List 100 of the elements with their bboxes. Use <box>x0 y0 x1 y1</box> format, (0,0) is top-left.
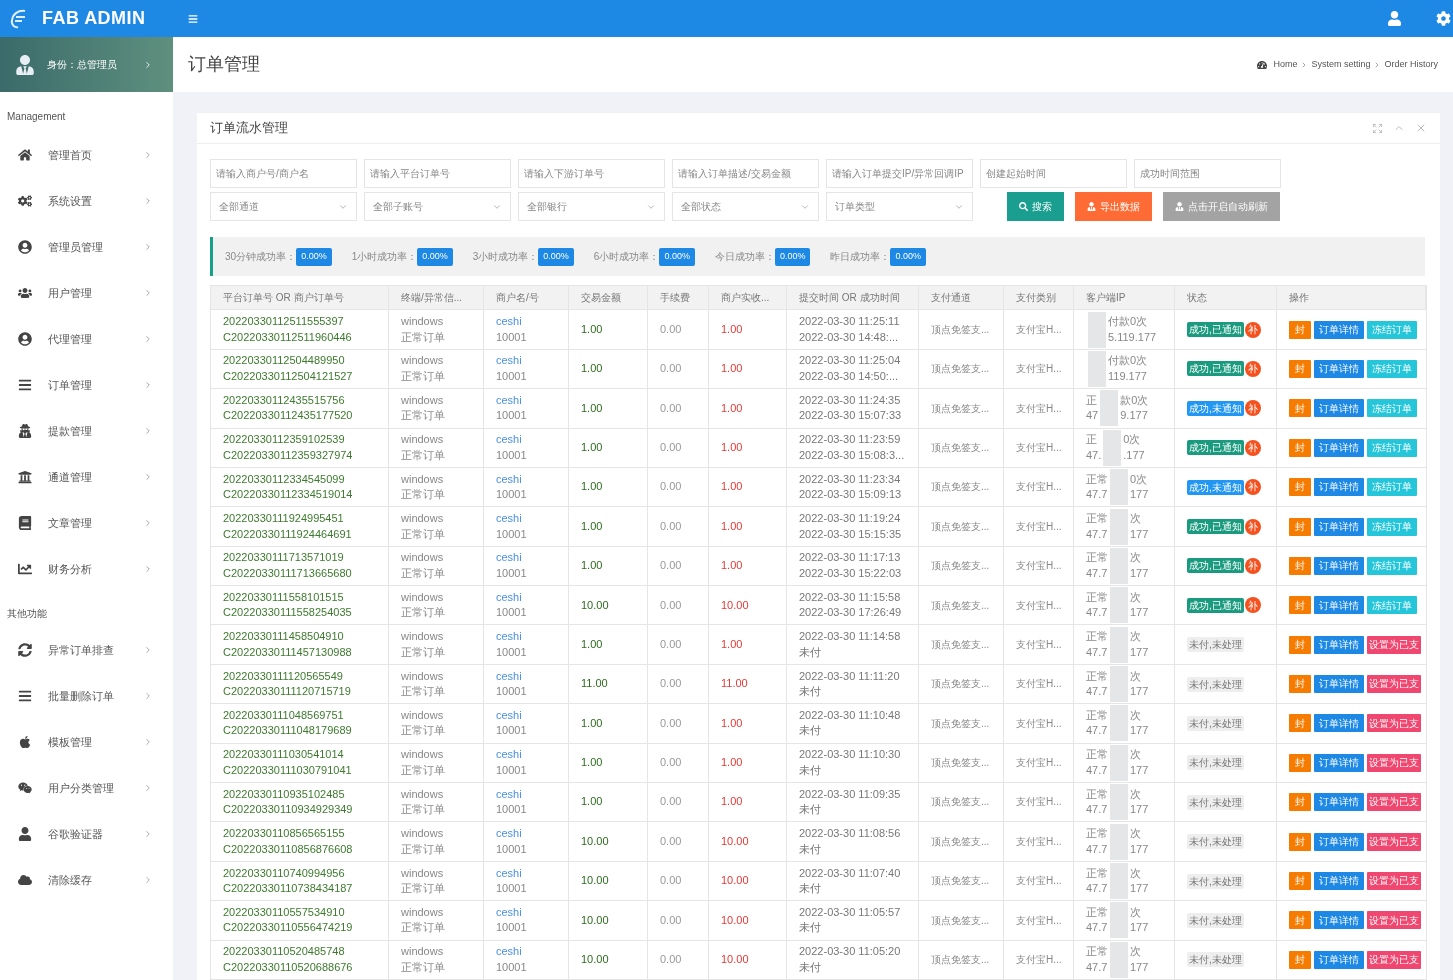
row-action-button[interactable]: 订单详情 <box>1314 950 1364 969</box>
row-action-button[interactable]: 冻结订单 <box>1367 320 1417 339</box>
row-action-button[interactable]: 订单详情 <box>1314 635 1364 654</box>
sidebar-item[interactable]: 用户管理 <box>0 270 173 316</box>
sidebar-item[interactable]: 管理员管理 <box>0 224 173 270</box>
sidebar-item[interactable]: 通道管理 <box>0 454 173 500</box>
sidebar-item[interactable]: 财务分析 <box>0 546 173 592</box>
merchant-name-link[interactable]: ceshi <box>496 904 556 921</box>
filter-select[interactable]: 全部通道 <box>210 192 357 222</box>
row-action-button[interactable]: 封 <box>1289 359 1311 378</box>
merchant-name-link[interactable]: ceshi <box>496 353 556 369</box>
row-action-button[interactable]: 订单详情 <box>1314 359 1364 378</box>
merchant-name-link[interactable]: ceshi <box>496 786 556 803</box>
merchant-name-link[interactable]: ceshi <box>496 392 556 409</box>
row-action-button[interactable]: 订单详情 <box>1314 320 1364 339</box>
supplement-badge[interactable]: 补 <box>1244 518 1261 535</box>
action-button[interactable]: 搜索 <box>1007 192 1064 222</box>
supplement-badge[interactable]: 补 <box>1244 400 1261 417</box>
row-action-button[interactable]: 订单详情 <box>1314 832 1364 851</box>
filter-input[interactable]: 请输入下游订单号 <box>518 159 665 189</box>
filter-input[interactable]: 创建起始时间 <box>980 159 1127 189</box>
row-action-button[interactable]: 封 <box>1289 635 1311 654</box>
row-action-button[interactable]: 订单详情 <box>1314 911 1364 930</box>
row-action-button[interactable]: 冻结订单 <box>1367 438 1417 457</box>
row-action-button[interactable]: 设置为已支 <box>1367 872 1421 890</box>
merchant-name-link[interactable]: ceshi <box>496 668 556 685</box>
filter-select[interactable]: 全部状态 <box>672 192 819 222</box>
action-button[interactable]: 点击开启自动刷新 <box>1163 192 1280 222</box>
row-action-button[interactable]: 封 <box>1289 596 1311 615</box>
row-action-button[interactable]: 封 <box>1289 399 1311 418</box>
sidebar-item[interactable]: 异常订单排查 <box>0 627 173 673</box>
sidebar-item[interactable]: 谷歌验证器 <box>0 811 173 857</box>
row-action-button[interactable]: 设置为已支 <box>1367 675 1421 694</box>
row-action-button[interactable]: 设置为已支 <box>1367 753 1421 772</box>
filter-select[interactable]: 全部银行 <box>518 192 665 222</box>
merchant-name-link[interactable]: ceshi <box>496 550 556 566</box>
supplement-badge[interactable]: 补 <box>1244 360 1261 377</box>
merchant-name-link[interactable]: ceshi <box>496 707 556 724</box>
action-button[interactable]: 导出数据 <box>1075 192 1152 222</box>
sidebar-item[interactable]: 订单管理 <box>0 362 173 408</box>
row-action-button[interactable]: 封 <box>1289 438 1311 457</box>
row-action-button[interactable]: 订单详情 <box>1314 556 1364 575</box>
merchant-name-link[interactable]: ceshi <box>496 826 556 842</box>
row-action-button[interactable]: 冻结订单 <box>1367 556 1417 575</box>
row-action-button[interactable]: 封 <box>1289 793 1311 812</box>
row-action-button[interactable]: 订单详情 <box>1314 438 1364 457</box>
sidebar-item[interactable]: 批量删除订单 <box>0 673 173 719</box>
merchant-name-link[interactable]: ceshi <box>496 865 556 881</box>
filter-input[interactable]: 请输入商户号/商户名 <box>210 159 357 189</box>
profile-banner[interactable]: 身份：总管理员 <box>0 37 173 92</box>
row-action-button[interactable]: 封 <box>1289 950 1311 969</box>
sidebar-item[interactable]: 清除缓存 <box>0 857 173 903</box>
supplement-badge[interactable]: 补 <box>1244 557 1261 574</box>
filter-select[interactable]: 订单类型 <box>826 192 973 222</box>
row-action-button[interactable]: 设置为已支 <box>1367 793 1421 812</box>
row-action-button[interactable]: 封 <box>1289 556 1311 575</box>
row-action-button[interactable]: 封 <box>1289 320 1311 339</box>
row-action-button[interactable]: 封 <box>1289 832 1311 851</box>
filter-input[interactable]: 请输入订单提交IP/异常回调IP <box>826 159 973 189</box>
row-action-button[interactable]: 设置为已支 <box>1367 911 1421 930</box>
filter-input[interactable]: 成功时间范围 <box>1134 159 1281 189</box>
supplement-badge[interactable]: 补 <box>1244 321 1261 338</box>
menu-icon[interactable] <box>188 13 198 24</box>
row-action-button[interactable]: 封 <box>1289 872 1311 890</box>
merchant-name-link[interactable]: ceshi <box>496 314 556 330</box>
row-action-button[interactable]: 订单详情 <box>1314 596 1364 615</box>
supplement-badge[interactable]: 补 <box>1244 597 1261 614</box>
row-action-button[interactable]: 设置为已支 <box>1367 950 1421 969</box>
filter-input[interactable]: 请输入订单描述/交易金额 <box>672 159 819 189</box>
user-icon[interactable] <box>1387 11 1402 26</box>
merchant-name-link[interactable]: ceshi <box>496 432 556 448</box>
row-action-button[interactable]: 订单详情 <box>1314 793 1364 812</box>
row-action-button[interactable]: 封 <box>1289 675 1311 694</box>
row-action-button[interactable]: 订单详情 <box>1314 478 1364 497</box>
row-action-button[interactable]: 设置为已支 <box>1367 832 1421 851</box>
row-action-button[interactable]: 冻结订单 <box>1367 359 1417 378</box>
row-action-button[interactable]: 封 <box>1289 753 1311 772</box>
merchant-name-link[interactable]: ceshi <box>496 471 556 488</box>
merchant-name-link[interactable]: ceshi <box>496 747 556 763</box>
row-action-button[interactable]: 冻结订单 <box>1367 399 1417 418</box>
merchant-name-link[interactable]: ceshi <box>496 511 556 527</box>
sidebar-item[interactable]: 代理管理 <box>0 316 173 362</box>
row-action-button[interactable]: 封 <box>1289 478 1311 497</box>
filter-input[interactable]: 请输入平台订单号 <box>364 159 511 189</box>
row-action-button[interactable]: 设置为已支 <box>1367 714 1421 733</box>
row-action-button[interactable]: 冻结订单 <box>1367 596 1417 615</box>
row-action-button[interactable]: 订单详情 <box>1314 872 1364 890</box>
row-action-button[interactable]: 订单详情 <box>1314 399 1364 418</box>
sidebar-item[interactable]: 管理首页 <box>0 132 173 178</box>
breadcrumb-link[interactable]: Home <box>1273 57 1298 72</box>
sidebar-item[interactable]: 系统设置 <box>0 178 173 224</box>
row-action-button[interactable]: 订单详情 <box>1314 753 1364 772</box>
sidebar-item[interactable]: 用户分类管理 <box>0 765 173 811</box>
settings-icon[interactable] <box>1436 11 1451 26</box>
supplement-badge[interactable]: 补 <box>1244 439 1261 456</box>
row-action-button[interactable]: 冻结订单 <box>1367 478 1417 497</box>
row-action-button[interactable]: 订单详情 <box>1314 675 1364 694</box>
expand-icon[interactable] <box>1372 122 1383 134</box>
row-action-button[interactable]: 订单详情 <box>1314 714 1364 733</box>
breadcrumb-link[interactable]: System setting <box>1311 57 1371 72</box>
